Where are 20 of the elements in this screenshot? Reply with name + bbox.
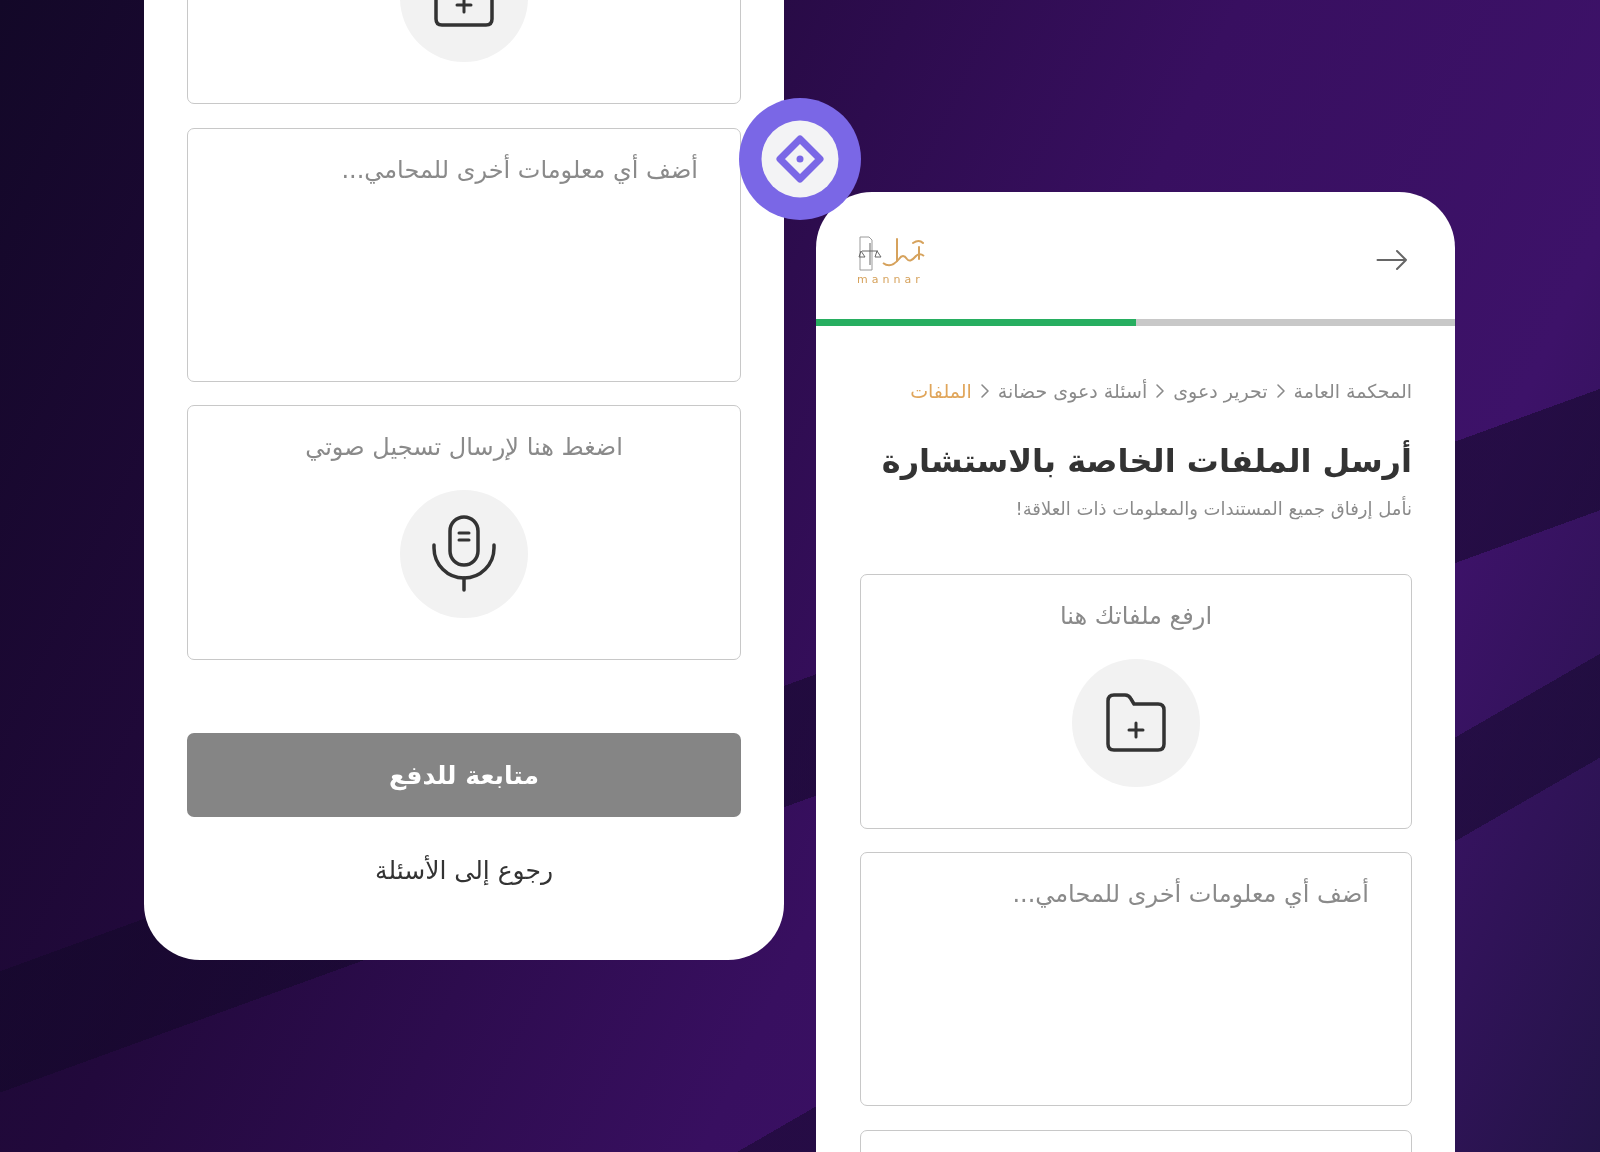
notes-field[interactable]: أضف أي معلومات أخرى للمحامي... — [187, 128, 741, 382]
upload-label: ارفع ملفاتك هنا — [1059, 601, 1213, 632]
breadcrumb-link[interactable]: الملفات — [910, 378, 972, 404]
chevron-icon — [1275, 383, 1286, 399]
breadcrumb-link[interactable]: المحكمة العامة — [1293, 378, 1412, 404]
page-subtitle: نأمل إرفاق جميع المستندات والمعلومات ذات العلاقة! — [1014, 496, 1412, 522]
chevron-icon — [979, 383, 990, 399]
folder-plus-icon[interactable] — [1072, 659, 1200, 787]
microphone-icon[interactable] — [400, 490, 528, 618]
breadcrumb-link[interactable]: تحرير دعوى — [1173, 378, 1268, 404]
logo-text: mannar — [857, 273, 924, 286]
voice-record-area[interactable]: اضغط هنا لإرسال تسجيل صوتي — [187, 405, 741, 660]
back-link[interactable]: رجوع إلى الأسئلة — [375, 854, 553, 888]
breadcrumb-link[interactable]: أسئلة دعوى حضانة — [997, 378, 1148, 404]
upload-area[interactable]: ارفع ملفاتك هنا — [860, 574, 1412, 829]
chevron-icon — [1155, 383, 1166, 399]
notes-field[interactable]: أضف أي معلومات أخرى للمحامي... — [860, 852, 1412, 1106]
voice-record-label: اضغط هنا لإرسال تسجيل صوتي — [305, 432, 623, 463]
back-arrow-icon[interactable] — [1376, 248, 1408, 271]
page-title: أرسل الملفات الخاصة بالاستشارة — [880, 439, 1412, 482]
